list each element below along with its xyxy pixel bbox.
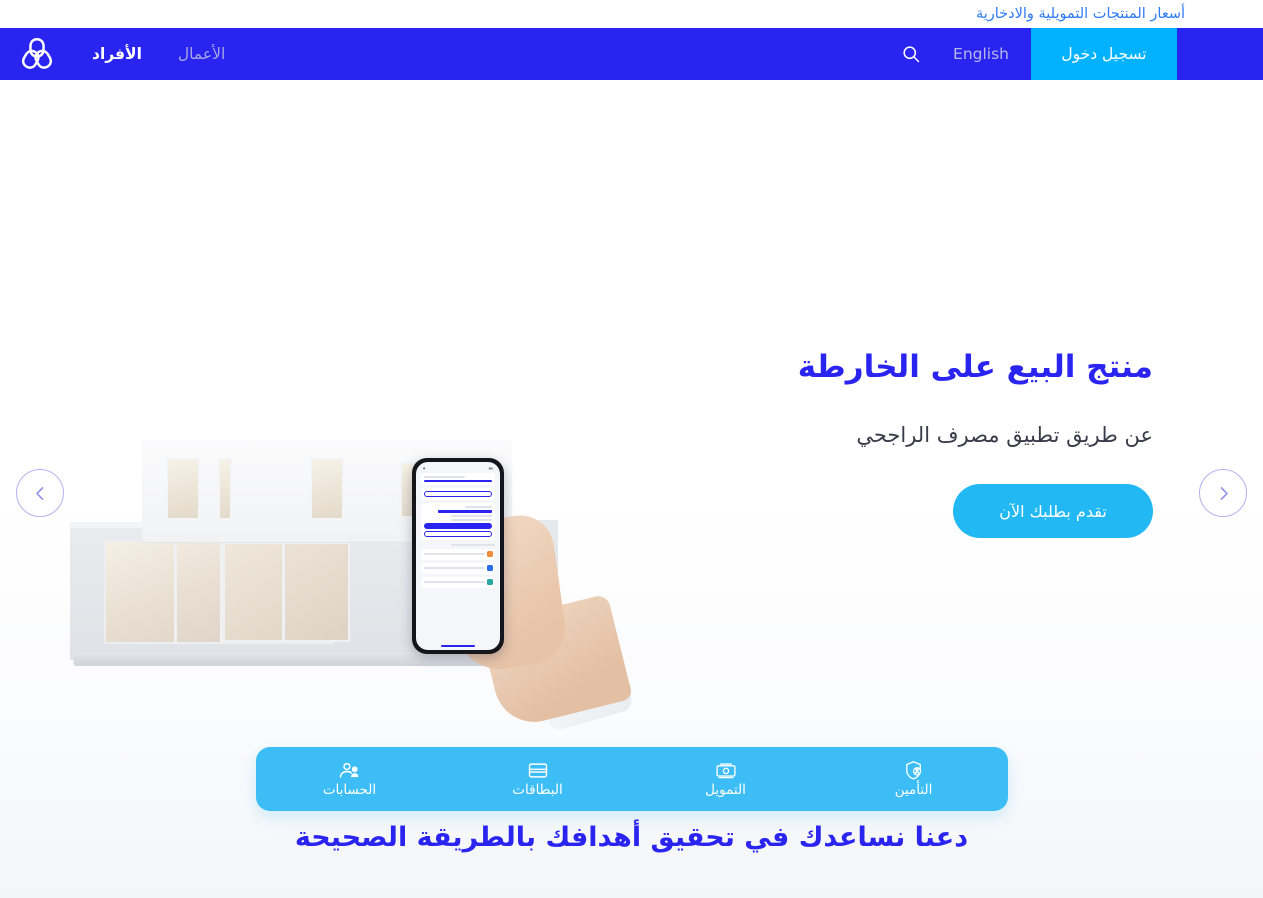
hero-slide: ▮▮▮ ● منتج البيع على الخارطة عن طريق تطب… (0, 80, 1263, 742)
quick-link-insurance[interactable]: التأمين (820, 747, 1008, 811)
quick-link-accounts[interactable]: الحسابات (256, 747, 444, 811)
house-mullion (222, 540, 225, 644)
quick-links-bar: التأمين التمويل البطاقات الحسابات (255, 747, 1008, 811)
apply-now-button[interactable]: تقدم بطلبك الآن (953, 484, 1153, 539)
hero-title: منتج البيع على الخارطة (797, 349, 1153, 385)
house-living-glass-2 (220, 542, 350, 642)
phone-list-item (421, 548, 495, 560)
phone-statusbar: ▮▮▮ ● (423, 467, 493, 470)
quick-link-label: البطاقات (512, 781, 563, 798)
hand-holding-phone: ▮▮▮ ● (370, 458, 635, 733)
quick-link-label: التمويل (705, 781, 746, 798)
navbar-left-group: تسجيل دخول English (891, 28, 1263, 80)
quick-link-financing[interactable]: التمويل (632, 747, 820, 811)
phone-card-offer (421, 503, 495, 540)
quick-link-label: التأمين (894, 781, 933, 798)
hero-illustration: ▮▮▮ ● (70, 430, 635, 733)
chevron-right-icon (1215, 485, 1232, 502)
quick-link-label: الحسابات (322, 781, 377, 798)
nav-tab-individuals[interactable]: الأفراد (74, 28, 160, 80)
brand-logo[interactable] (0, 28, 74, 80)
language-switch-button[interactable]: English (931, 28, 1031, 80)
house-window (166, 458, 200, 520)
shield-person-icon (904, 761, 923, 781)
carousel-prev-button[interactable] (16, 469, 64, 517)
navbar-left-spacer (1177, 28, 1263, 80)
house-mullion (282, 540, 285, 644)
hero-carousel: ▮▮▮ ● منتج البيع على الخارطة عن طريق تطب… (0, 80, 1263, 742)
credit-card-icon (527, 761, 549, 781)
phone-card-header (421, 473, 495, 486)
nav-tab-business[interactable]: الأعمال (160, 28, 243, 80)
carousel-next-button[interactable] (1199, 469, 1247, 517)
search-button[interactable] (891, 28, 931, 80)
main-navbar: تسجيل دخول English الأعمال الأفراد (0, 28, 1263, 80)
quick-links-section: التأمين التمويل البطاقات الحسابات دعنا ن… (0, 742, 1263, 898)
users-icon (338, 761, 361, 781)
phone-home-indicator (441, 645, 475, 647)
page-root: أسعار المنتجات التمويلية والادخارية تسجي… (0, 0, 1263, 898)
navbar-right-group: الأعمال الأفراد (0, 28, 243, 80)
phone-screen: ▮▮▮ ● (416, 462, 500, 650)
house-mullion (174, 540, 177, 644)
house-window (310, 458, 344, 520)
phone-list-item (421, 562, 495, 574)
smartphone: ▮▮▮ ● (412, 458, 504, 654)
alrajhi-logo-icon (17, 36, 57, 72)
utility-bar: أسعار المنتجات التمويلية والادخارية (0, 0, 1263, 28)
phone-card-outline (421, 488, 495, 501)
chevron-left-icon (32, 485, 49, 502)
phone-list-item (421, 576, 495, 588)
quick-link-cards[interactable]: البطاقات (444, 747, 632, 811)
rates-link[interactable]: أسعار المنتجات التمويلية والادخارية (976, 6, 1185, 22)
house-window (218, 458, 232, 520)
search-icon (901, 44, 921, 64)
hero-subtitle: عن طريق تطبيق مصرف الراجحي (856, 422, 1153, 447)
section-headline: دعنا نساعدك في تحقيق أهدافك بالطريقة الص… (294, 822, 969, 853)
hero-copy: منتج البيع على الخارطة عن طريق تطبيق مصر… (723, 348, 1153, 539)
banknotes-icon (715, 761, 737, 781)
login-button[interactable]: تسجيل دخول (1031, 28, 1177, 80)
